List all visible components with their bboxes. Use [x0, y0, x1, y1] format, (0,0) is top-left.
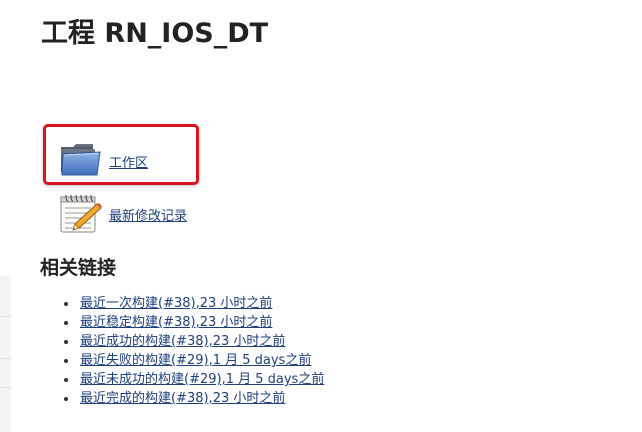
bullet [64, 321, 68, 325]
side-panel-divider [0, 387, 11, 388]
bullet [64, 302, 68, 306]
page-title: 工程 RN_IOS_DT [41, 18, 269, 49]
last-stable-build-link[interactable]: 最近稳定构建(#38),23 小时之前 [80, 315, 272, 330]
related-links-heading: 相关链接 [40, 257, 117, 279]
side-panel-divider [0, 316, 11, 317]
last-completed-build-link[interactable]: 最近完成的构建(#38),23 小时之前 [80, 391, 285, 406]
recent-changes-link[interactable]: 最新修改记录 [109, 205, 187, 224]
list-item: 最近失败的构建(#29),1 月 5 days之前 [58, 351, 324, 370]
last-successful-build-link[interactable]: 最近成功的构建(#38),23 小时之前 [80, 334, 285, 349]
list-item: 最近完成的构建(#38),23 小时之前 [58, 389, 324, 408]
list-item: 最近稳定构建(#38),23 小时之前 [58, 313, 324, 332]
bullet [64, 397, 68, 401]
folder-icon[interactable] [59, 141, 103, 177]
page: 工程 RN_IOS_DT 工作区 最新修改记录 相关链接 最近一次构建(#38)… [0, 0, 642, 432]
bullet [64, 378, 68, 382]
list-item: 最近未成功的构建(#29),1 月 5 days之前 [58, 370, 324, 389]
related-links-list: 最近一次构建(#38),23 小时之前 最近稳定构建(#38),23 小时之前 … [58, 294, 324, 408]
last-failed-build-link[interactable]: 最近失败的构建(#29),1 月 5 days之前 [80, 353, 311, 368]
list-item: 最近一次构建(#38),23 小时之前 [58, 294, 324, 313]
side-panel-divider [0, 358, 11, 359]
workspace-link[interactable]: 工作区 [109, 152, 148, 171]
bullet [64, 359, 68, 363]
notepad-icon[interactable] [58, 191, 104, 235]
bullet [64, 340, 68, 344]
last-build-link[interactable]: 最近一次构建(#38),23 小时之前 [80, 296, 272, 311]
side-panel-edge [0, 276, 11, 432]
last-unsuccessful-build-link[interactable]: 最近未成功的构建(#29),1 月 5 days之前 [80, 372, 324, 387]
list-item: 最近成功的构建(#38),23 小时之前 [58, 332, 324, 351]
